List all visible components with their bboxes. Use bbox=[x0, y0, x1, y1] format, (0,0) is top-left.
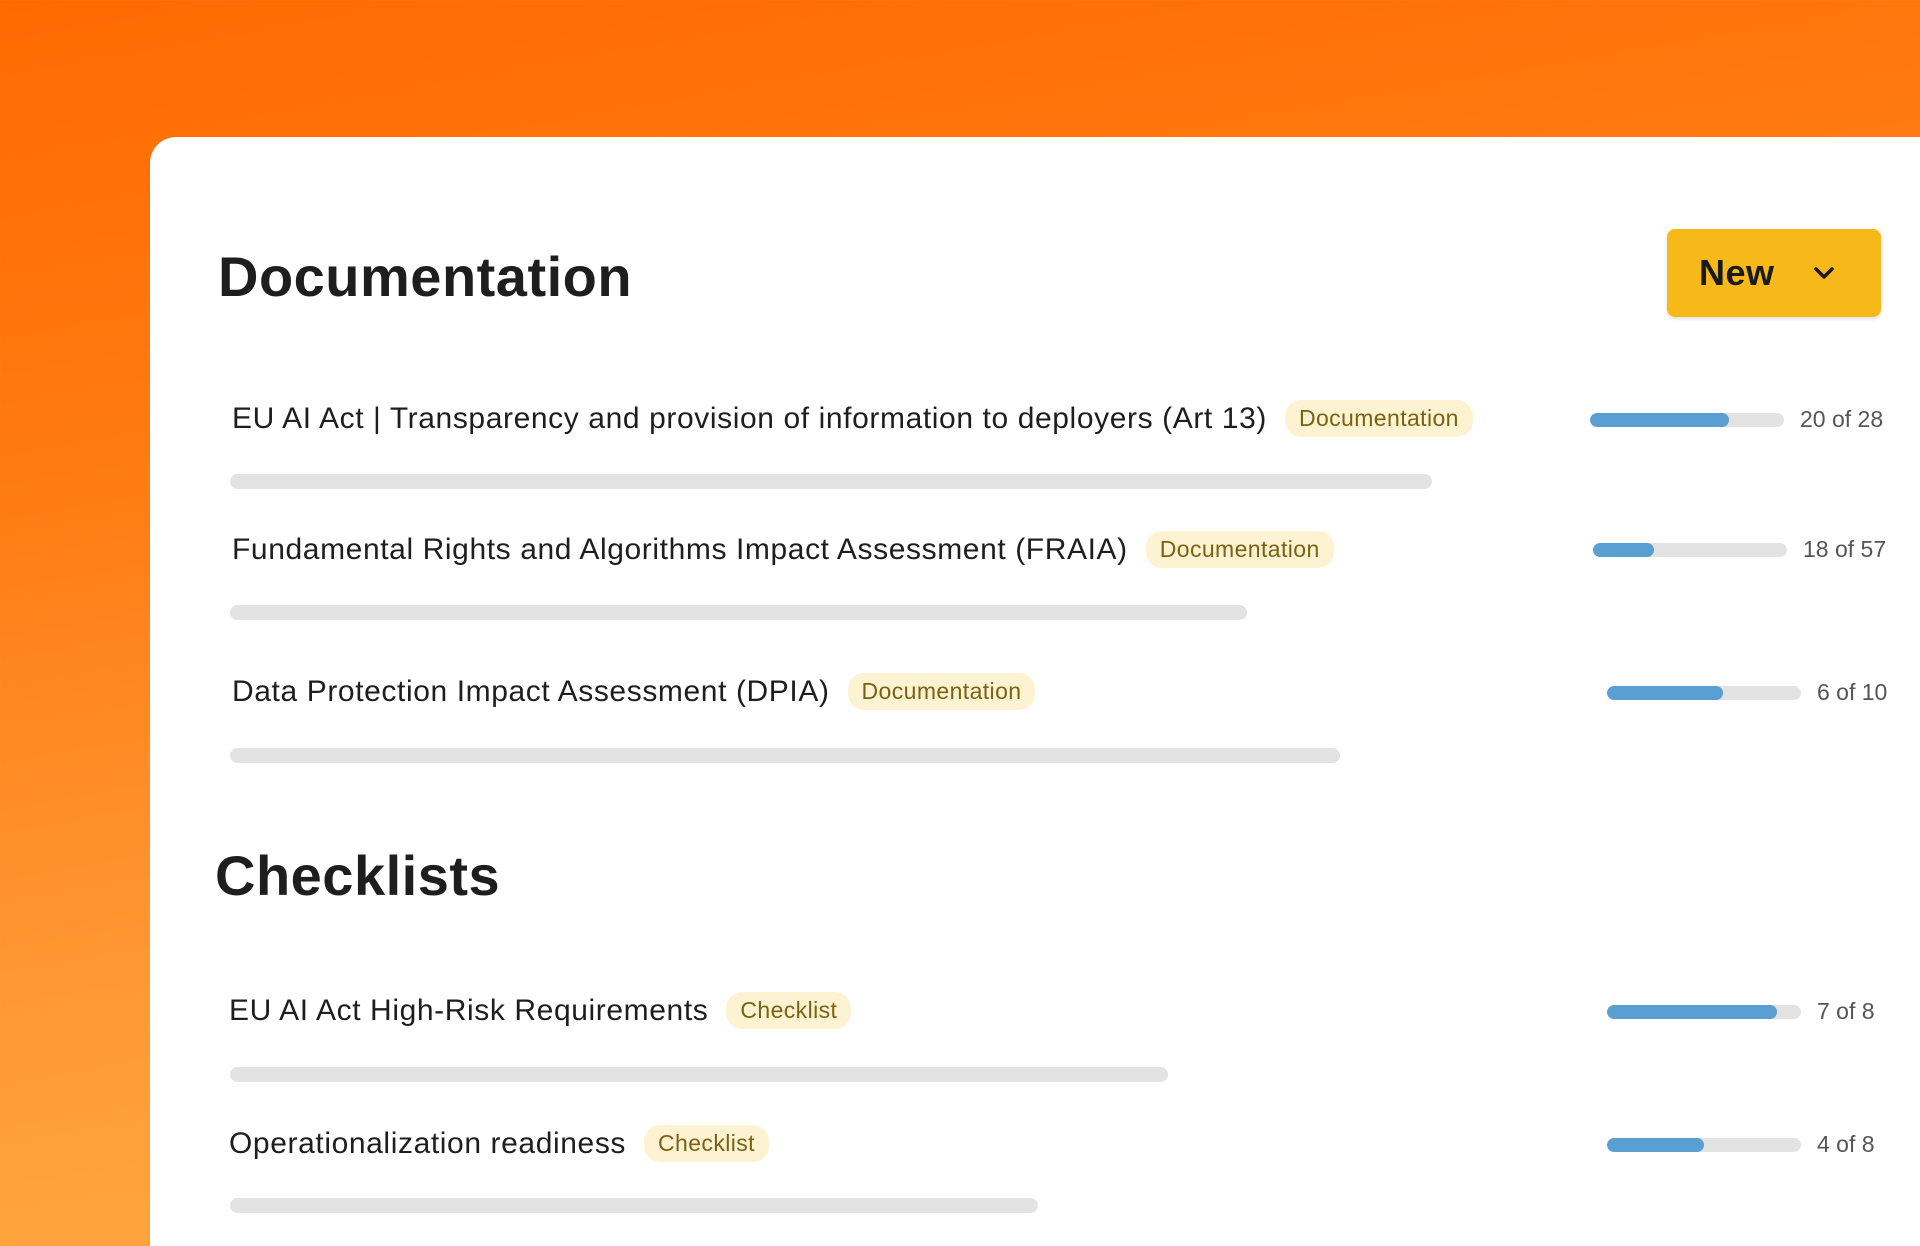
progress-count: 7 of 8 bbox=[1817, 998, 1875, 1024]
progress-fill bbox=[1593, 542, 1655, 557]
item-description-placeholder bbox=[230, 474, 1432, 489]
item-description-placeholder bbox=[230, 748, 1340, 763]
item-name: EU AI Act | Transparency and provision o… bbox=[232, 401, 1267, 435]
progress-count: 4 of 8 bbox=[1817, 1131, 1875, 1157]
item-name: Operationalization readiness bbox=[229, 1126, 627, 1160]
item-tag: Checklist bbox=[726, 992, 852, 1029]
item-progress: 18 of 57 bbox=[1593, 536, 1886, 563]
progress-track bbox=[1607, 685, 1801, 700]
progress-track bbox=[1607, 1004, 1801, 1019]
progress-fill bbox=[1607, 685, 1724, 700]
progress-track bbox=[1593, 542, 1787, 557]
item-name: Fundamental Rights and Algorithms Impact… bbox=[232, 532, 1128, 566]
progress-fill bbox=[1607, 1137, 1704, 1152]
item-progress: 6 of 10 bbox=[1607, 679, 1887, 706]
progress-count: 20 of 28 bbox=[1800, 406, 1884, 432]
item-description-placeholder bbox=[230, 1198, 1038, 1213]
item-tag: Checklist bbox=[644, 1125, 769, 1162]
progress-count: 18 of 57 bbox=[1803, 536, 1887, 562]
progress-fill bbox=[1590, 412, 1729, 427]
checklists-section-title: Checklists bbox=[215, 844, 501, 907]
item-progress: 4 of 8 bbox=[1607, 1131, 1875, 1158]
item-progress: 7 of 8 bbox=[1607, 998, 1875, 1025]
progress-fill bbox=[1607, 1004, 1777, 1019]
progress-track bbox=[1607, 1137, 1801, 1152]
item-progress: 20 of 28 bbox=[1590, 406, 1883, 433]
item-description-placeholder bbox=[230, 605, 1247, 620]
documentation-section-title: Documentation bbox=[218, 245, 633, 308]
new-button-label: New bbox=[1699, 252, 1775, 293]
progress-count: 6 of 10 bbox=[1817, 679, 1888, 705]
progress-track bbox=[1590, 412, 1784, 427]
new-button[interactable]: New bbox=[1667, 229, 1881, 317]
item-name: EU AI Act High-Risk Requirements bbox=[229, 993, 709, 1027]
item-tag: Documentation bbox=[847, 673, 1036, 710]
item-name: Data Protection Impact Assessment (DPIA) bbox=[232, 674, 830, 708]
chevron-down-icon bbox=[1811, 260, 1837, 286]
item-tag: Documentation bbox=[1145, 531, 1334, 568]
item-tag: Documentation bbox=[1284, 400, 1473, 437]
item-description-placeholder bbox=[230, 1067, 1168, 1082]
main-panel: Documentation New EU AI Act | Transparen… bbox=[150, 137, 1920, 1246]
